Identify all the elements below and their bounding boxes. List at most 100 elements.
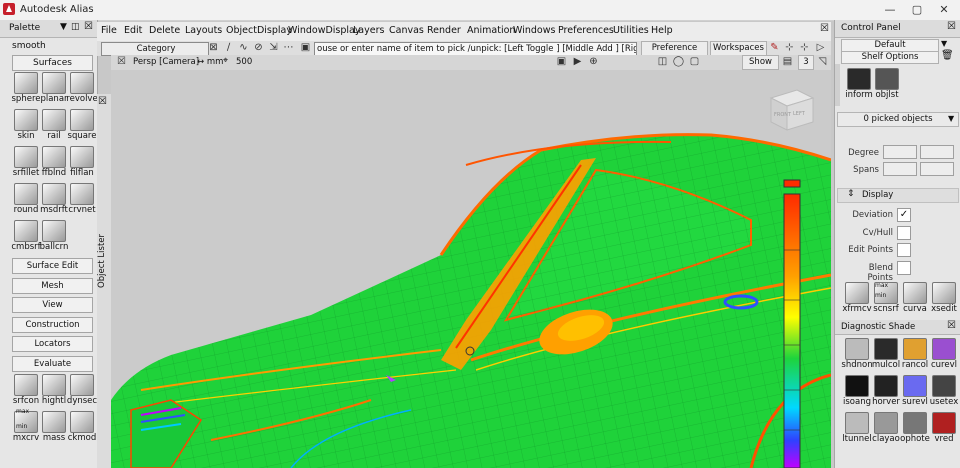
inform-icon[interactable] bbox=[847, 68, 871, 90]
preference-sets-button[interactable]: Preference Sets bbox=[641, 41, 708, 66]
workspaces-button[interactable]: Workspaces bbox=[710, 41, 767, 56]
section-surface-edit[interactable]: Surface Edit bbox=[12, 258, 93, 274]
dynsec-tool[interactable]: dynsec bbox=[67, 374, 97, 406]
spans-field-2[interactable] bbox=[920, 162, 954, 176]
shelf-tool-icon[interactable]: ✎ bbox=[768, 42, 781, 54]
square-icon[interactable] bbox=[70, 109, 94, 131]
palette-close-icon[interactable]: ☒ bbox=[84, 21, 93, 32]
option-deviation-checkbox[interactable]: ✓ bbox=[897, 208, 911, 222]
vred-tool[interactable]: vred bbox=[930, 412, 958, 444]
square-tool[interactable]: square bbox=[68, 109, 96, 141]
arrow-right-icon[interactable]: ▷ bbox=[814, 42, 827, 54]
option-edit-points-checkbox[interactable] bbox=[897, 243, 911, 257]
prompt-line[interactable]: ouse or enter name of item to pick /unpi… bbox=[314, 42, 637, 56]
menu-render[interactable]: Render bbox=[427, 25, 461, 36]
shdnon-icon[interactable] bbox=[845, 338, 869, 360]
category-dropdown[interactable]: Category bbox=[101, 42, 209, 56]
menu-file[interactable]: File bbox=[101, 25, 117, 36]
section-locators[interactable]: Locators bbox=[12, 336, 93, 352]
section-view[interactable]: View bbox=[12, 297, 93, 313]
msdrft-icon[interactable] bbox=[42, 183, 66, 205]
menu-layers[interactable]: Layers bbox=[353, 25, 384, 36]
pick-icon[interactable]: ⊠ bbox=[207, 42, 220, 54]
view-cube[interactable]: FRONT LEFT bbox=[769, 89, 815, 131]
srfillet-icon[interactable] bbox=[14, 146, 38, 168]
objlst-icon[interactable] bbox=[875, 68, 899, 90]
menu-objectdisplay[interactable]: ObjectDisplay bbox=[226, 25, 292, 36]
display-section-header[interactable]: ⇕ Display bbox=[837, 188, 959, 203]
sphere-icon[interactable] bbox=[14, 72, 38, 94]
view-circle-icon[interactable]: ◯ bbox=[672, 56, 685, 68]
view-box-icon[interactable]: ◫ bbox=[656, 56, 669, 68]
menu-canvas[interactable]: Canvas bbox=[389, 25, 424, 36]
curve-pick-icon[interactable]: ∕ bbox=[222, 42, 235, 54]
menu-preferences[interactable]: Preferences bbox=[558, 25, 614, 36]
crvnet-icon[interactable] bbox=[70, 183, 94, 205]
show-button[interactable]: Show bbox=[742, 55, 779, 70]
crvnet-tool[interactable]: crvnet bbox=[68, 183, 96, 215]
menubar-close-icon[interactable]: ☒ bbox=[820, 23, 829, 34]
degree-field-2[interactable] bbox=[920, 145, 954, 159]
rancol-icon[interactable] bbox=[903, 338, 927, 360]
ffblnd-icon[interactable] bbox=[42, 146, 66, 168]
menu-help[interactable]: Help bbox=[651, 25, 673, 36]
curve-wave-icon[interactable]: ∿ bbox=[237, 42, 250, 54]
option-blend-points-checkbox[interactable] bbox=[897, 260, 911, 275]
curevl-tool[interactable]: curevl bbox=[930, 338, 958, 370]
vred-icon[interactable] bbox=[932, 412, 956, 434]
display-expand-icon[interactable]: ⇕ bbox=[847, 189, 855, 199]
perspective-viewport[interactable]: FRONT LEFT bbox=[111, 70, 831, 468]
menu-layouts[interactable]: Layouts bbox=[185, 25, 222, 36]
ballcrn-tool[interactable]: ballcrn bbox=[40, 220, 68, 252]
curevl-icon[interactable] bbox=[932, 338, 956, 360]
object-lister-strip[interactable]: ☒ Object Lister bbox=[97, 94, 112, 468]
picked-objects-dropdown[interactable]: 0 picked objects bbox=[837, 112, 959, 127]
option-cv-hull-checkbox[interactable] bbox=[897, 225, 911, 240]
snap-icon[interactable]: ⊹ bbox=[783, 42, 796, 54]
mulcol-icon[interactable] bbox=[874, 338, 898, 360]
usetex-icon[interactable] bbox=[932, 375, 956, 397]
record-icon[interactable]: ▶ bbox=[571, 56, 584, 68]
camera-icon[interactable]: ▣ bbox=[555, 56, 568, 68]
layer-icon[interactable]: ▤ bbox=[781, 56, 794, 68]
menu-animation[interactable]: Animation bbox=[467, 25, 515, 36]
cmbsrf-icon[interactable] bbox=[14, 220, 38, 242]
skin-icon[interactable] bbox=[14, 109, 38, 131]
xsedit-tool[interactable]: xsedit bbox=[930, 282, 958, 314]
maximize-view-icon[interactable]: ◹ bbox=[816, 56, 829, 68]
maximize-button[interactable]: ▢ bbox=[903, 0, 931, 20]
planar-icon[interactable] bbox=[42, 72, 66, 94]
clayao-icon[interactable] bbox=[874, 412, 898, 434]
surevl-icon[interactable] bbox=[903, 375, 927, 397]
ophote-icon[interactable] bbox=[903, 412, 927, 434]
srfcon-icon[interactable] bbox=[14, 374, 38, 396]
object-lister-close-icon[interactable]: ☒ bbox=[98, 96, 107, 107]
mass-icon[interactable] bbox=[42, 411, 66, 433]
ballcrn-icon[interactable] bbox=[42, 220, 66, 242]
dots-icon[interactable]: ⋯ bbox=[282, 42, 295, 54]
control-panel-close-icon[interactable]: ☒ bbox=[947, 21, 956, 32]
menu-windowdisplay[interactable]: WindowDisplay bbox=[288, 25, 360, 36]
palette-float-icon[interactable]: ◫ bbox=[71, 22, 80, 32]
menu-utilities[interactable]: Utilities bbox=[613, 25, 649, 36]
tab-surfaces[interactable]: Surfaces bbox=[12, 55, 93, 71]
revolve-icon[interactable] bbox=[70, 72, 94, 94]
objlst-tool[interactable]: objlst bbox=[873, 68, 901, 100]
round-icon[interactable] bbox=[14, 183, 38, 205]
degree-field-1[interactable] bbox=[883, 145, 917, 159]
rail-icon[interactable] bbox=[42, 109, 66, 131]
isoang-icon[interactable] bbox=[845, 375, 869, 397]
view-frame-icon[interactable]: ▢ bbox=[688, 56, 701, 68]
page-number[interactable]: 3 bbox=[798, 55, 814, 70]
section-construction[interactable]: Construction bbox=[12, 316, 93, 333]
layout-dropdown-icon[interactable]: ▼ bbox=[941, 39, 947, 48]
diagnostic-close-icon[interactable]: ☒ bbox=[947, 320, 956, 331]
hightl-icon[interactable] bbox=[42, 374, 66, 396]
car-model-canvas[interactable]: FRONT LEFT bbox=[111, 70, 831, 468]
xfrmcv-icon[interactable] bbox=[845, 282, 869, 304]
revolve-tool[interactable]: revolve bbox=[66, 72, 98, 104]
spans-field-1[interactable] bbox=[883, 162, 917, 176]
lasso-icon[interactable]: ⊘ bbox=[252, 42, 265, 54]
section-evaluate[interactable]: Evaluate bbox=[12, 355, 93, 372]
ckmod-icon[interactable] bbox=[70, 411, 94, 433]
